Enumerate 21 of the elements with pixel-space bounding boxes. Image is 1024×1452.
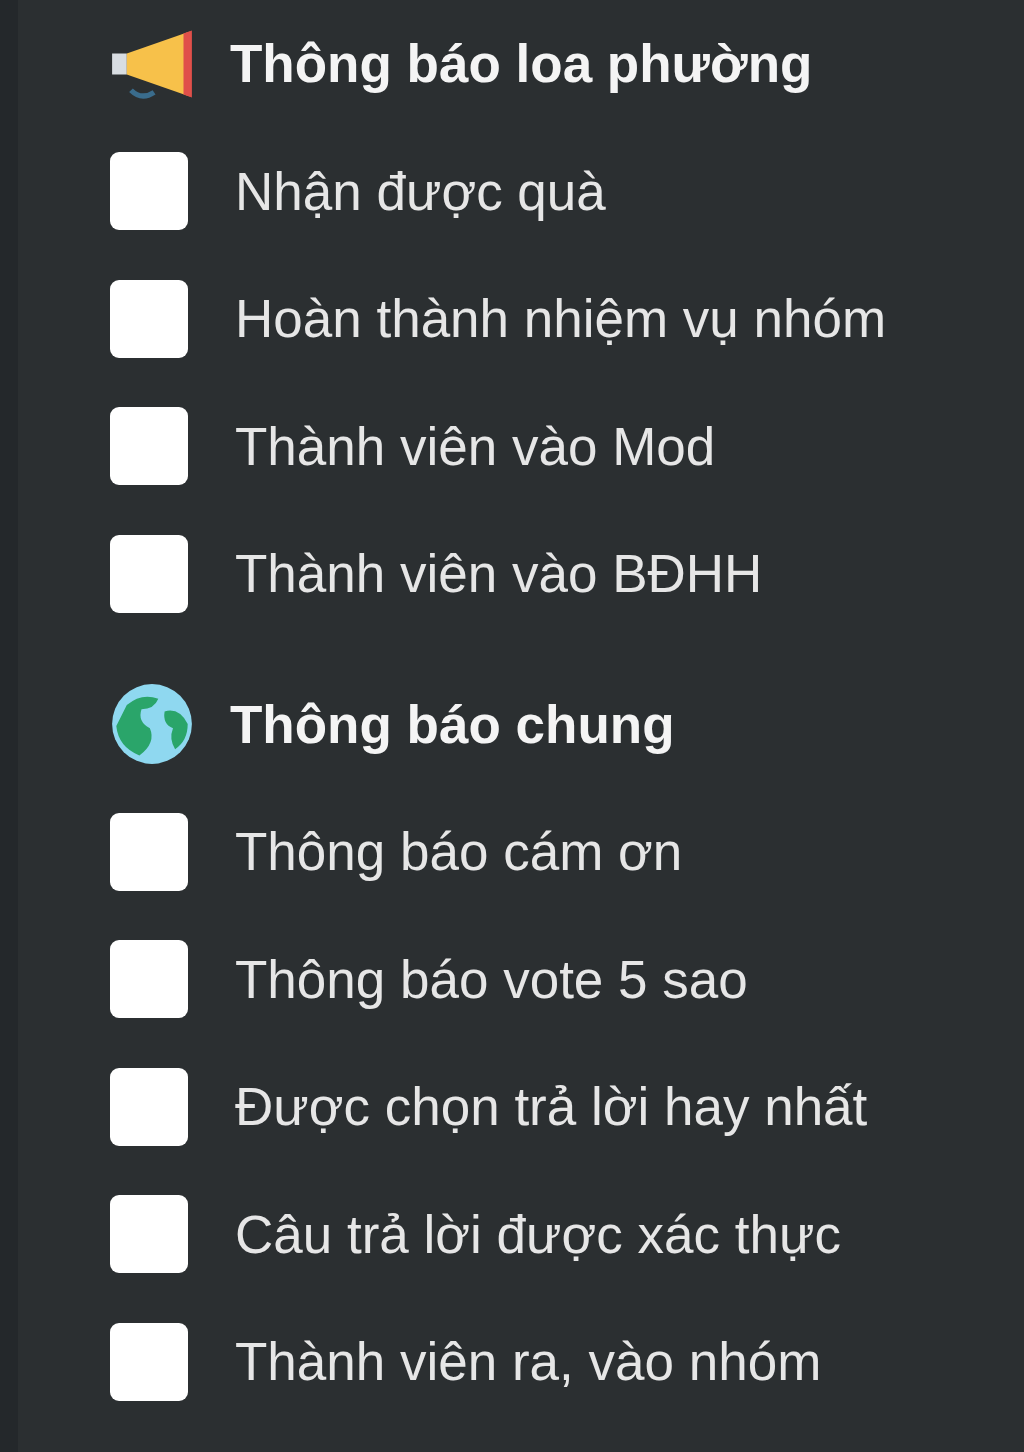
checkbox[interactable]: [110, 534, 188, 613]
checkbox-label: Thành viên ra, vào nhóm: [235, 1331, 822, 1393]
checkbox-label: Thành viên vào BĐHH: [235, 543, 763, 605]
checkbox-label: Câu trả lời được xác thực: [235, 1203, 841, 1265]
globe-icon: [110, 682, 194, 767]
checkbox[interactable]: [110, 812, 188, 891]
checkbox[interactable]: [110, 1067, 188, 1146]
checkbox-label: Nhận được quà: [235, 160, 606, 222]
section-title: Thông báo loa phường: [230, 33, 813, 95]
checkbox[interactable]: [110, 279, 188, 358]
section-title: Thông báo chung: [230, 693, 675, 755]
checkbox-label: Thông báo cám ơn: [235, 821, 683, 883]
checkbox[interactable]: [110, 1322, 188, 1401]
checkbox-label: Thành viên vào Mod: [235, 415, 716, 477]
checkbox-label: Được chọn trả lời hay nhất: [235, 1076, 868, 1138]
checkbox[interactable]: [110, 940, 188, 1019]
checkbox[interactable]: [110, 152, 188, 231]
checkbox[interactable]: [110, 407, 188, 486]
checkbox[interactable]: [110, 1195, 188, 1274]
checkbox-label: Thông báo vote 5 sao: [235, 948, 748, 1010]
checkbox-label: Hoàn thành nhiệm vụ nhóm: [235, 288, 887, 350]
